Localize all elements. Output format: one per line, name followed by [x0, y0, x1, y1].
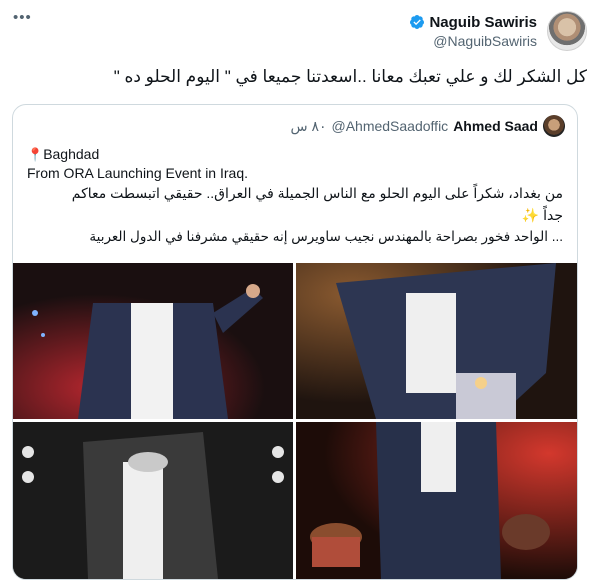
quoted-header: ٨٠ س @AhmedSaadoffic Ahmed Saad [290, 115, 565, 137]
author-display-name[interactable]: Naguib Sawiris [429, 14, 537, 31]
verified-badge-icon [409, 14, 425, 30]
quoted-tweet[interactable]: ٨٠ س @AhmedSaadoffic Ahmed Saad 📍Baghdad… [12, 104, 578, 580]
quoted-arabic-line-3: ... الواحد فخور بصراحة بالمهندس نجيب ساو… [89, 229, 563, 244]
pin-icon: 📍 [27, 147, 44, 162]
quoted-english-text: From ORA Launching Event in Iraq. [27, 165, 248, 181]
more-options-icon[interactable]: ••• [13, 10, 37, 25]
quoted-author-avatar[interactable] [543, 115, 565, 137]
author-name-row: Naguib Sawiris [409, 14, 537, 31]
quoted-arabic-line-2: جداً ✨ [521, 207, 563, 223]
photo-2[interactable] [296, 263, 577, 419]
quoted-arabic-line-1: من بغداد، شكراً على اليوم الحلو مع الناس… [71, 185, 563, 201]
author-avatar[interactable] [547, 11, 587, 51]
author-names: Naguib Sawiris @NaguibSawiris [409, 14, 537, 49]
photo-grid [13, 263, 577, 579]
photo-4[interactable] [296, 422, 577, 579]
quoted-timestamp[interactable]: ٨٠ س [290, 118, 326, 135]
quoted-author-name[interactable]: Ahmed Saad [453, 118, 538, 134]
author-handle[interactable]: @NaguibSawiris [433, 33, 537, 49]
photo-1[interactable] [13, 263, 293, 419]
quoted-place-label: Baghdad [43, 146, 100, 162]
quoted-author-handle[interactable]: @AhmedSaadoffic [331, 118, 448, 134]
tweet-header: Naguib Sawiris @NaguibSawiris [409, 8, 587, 54]
quoted-place: 📍Baghdad [27, 145, 99, 164]
photo-3[interactable] [13, 422, 293, 579]
tweet-text: كل الشكر لك و علي تعبك معانا ..اسعدتنا ج… [113, 67, 587, 86]
